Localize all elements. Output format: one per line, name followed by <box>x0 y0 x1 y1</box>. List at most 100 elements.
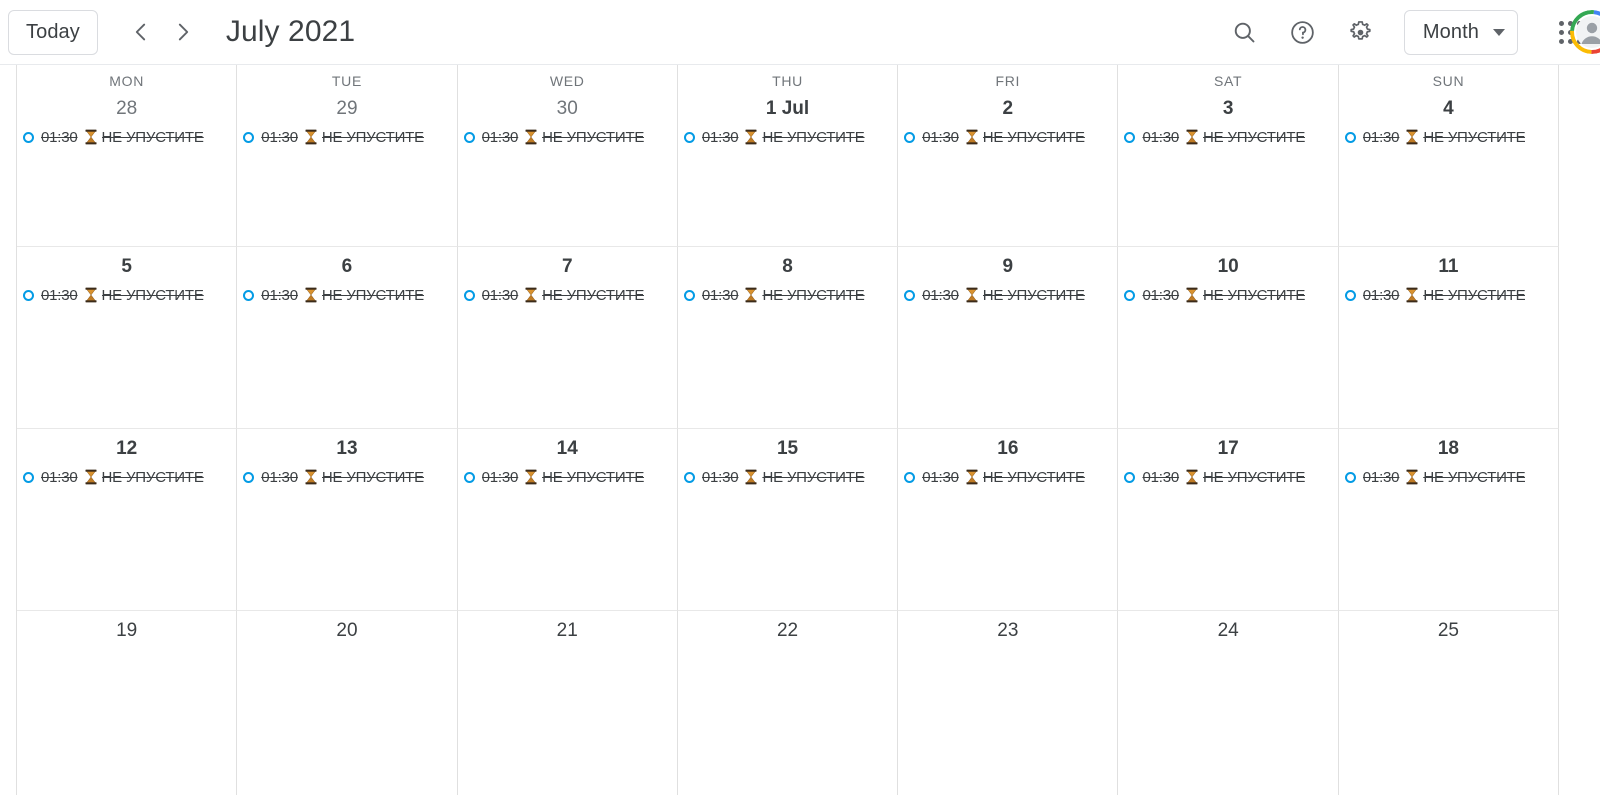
day-number[interactable]: 9 <box>898 247 1117 283</box>
event-chip[interactable]: 01:30 НЕ УПУСТИТЕ <box>680 125 895 149</box>
day-number[interactable]: 7 <box>458 247 677 283</box>
day-cell[interactable]: 19 <box>17 611 238 795</box>
day-number[interactable]: 19 <box>17 611 236 647</box>
event-chip[interactable]: 01:30 НЕ УПУСТИТЕ <box>239 465 454 489</box>
day-number[interactable]: 14 <box>458 429 677 465</box>
day-number[interactable]: 25 <box>1339 611 1558 647</box>
event-chip[interactable]: 01:30 НЕ УПУСТИТЕ <box>460 465 675 489</box>
day-number[interactable]: 12 <box>17 429 236 465</box>
day-cell[interactable]: 10 01:30 НЕ УПУСТИТЕ <box>1118 247 1339 429</box>
day-cell[interactable]: 14 01:30 НЕ УПУСТИТЕ <box>457 429 678 611</box>
event-chip[interactable]: 01:30 НЕ УПУСТИТЕ <box>1341 125 1556 149</box>
day-number[interactable]: 3 <box>1118 89 1337 125</box>
event-chip[interactable]: 01:30 НЕ УПУСТИТЕ <box>460 125 675 149</box>
day-number[interactable]: 29 <box>237 89 456 125</box>
day-number[interactable]: 22 <box>678 611 897 647</box>
day-cell[interactable]: 9 01:30 НЕ УПУСТИТЕ <box>898 247 1119 429</box>
event-title: НЕ УПУСТИТЕ <box>982 468 1085 486</box>
day-number[interactable]: 2 <box>898 89 1117 125</box>
event-chip[interactable]: 01:30 НЕ УПУСТИТЕ <box>900 283 1115 307</box>
day-cell[interactable]: 12 01:30 НЕ УПУСТИТЕ <box>17 429 238 611</box>
settings-button[interactable] <box>1337 8 1385 56</box>
help-button[interactable] <box>1279 8 1327 56</box>
today-button[interactable]: Today <box>8 9 98 55</box>
day-cell[interactable]: FRI 2 01:30 НЕ УПУСТИТЕ <box>898 65 1119 247</box>
event-time: 01:30 <box>1142 468 1180 486</box>
event-chip-content: 01:30 НЕ УПУСТИТЕ <box>261 469 424 486</box>
event-chip[interactable]: 01:30 НЕ УПУСТИТЕ <box>19 125 234 149</box>
day-cell[interactable]: 25 <box>1338 611 1560 795</box>
chevron-down-icon <box>1493 28 1505 36</box>
event-chip[interactable]: 01:30 НЕ УПУСТИТЕ <box>460 283 675 307</box>
day-cell[interactable]: 5 01:30 НЕ УПУСТИТЕ <box>17 247 238 429</box>
event-title: НЕ УПУСТИТЕ <box>321 468 424 486</box>
hourglass-emoji-icon <box>1185 469 1199 485</box>
day-cell[interactable]: 17 01:30 НЕ УПУСТИТЕ <box>1118 429 1339 611</box>
day-number[interactable]: 1 Jul <box>678 89 897 125</box>
day-number[interactable]: 21 <box>458 611 677 647</box>
day-number[interactable]: 30 <box>458 89 677 125</box>
day-cell[interactable]: 24 <box>1118 611 1339 795</box>
day-cell[interactable]: 23 <box>898 611 1119 795</box>
event-chip[interactable]: 01:30 НЕ УПУСТИТЕ <box>239 125 454 149</box>
day-cell[interactable]: 18 01:30 НЕ УПУСТИТЕ <box>1338 429 1560 611</box>
event-chip[interactable]: 01:30 НЕ УПУСТИТЕ <box>19 465 234 489</box>
day-cell[interactable]: WED 30 01:30 НЕ УПУСТИТЕ <box>457 65 678 247</box>
event-status-circle-icon <box>683 471 695 483</box>
event-title: НЕ УПУСТИТЕ <box>1423 468 1526 486</box>
day-number[interactable]: 16 <box>898 429 1117 465</box>
day-cell[interactable]: 8 01:30 НЕ УПУСТИТЕ <box>677 247 899 429</box>
day-number[interactable]: 15 <box>678 429 897 465</box>
day-cell[interactable]: 16 01:30 НЕ УПУСТИТЕ <box>898 429 1119 611</box>
day-cell[interactable]: 7 01:30 НЕ УПУСТИТЕ <box>457 247 678 429</box>
day-cell[interactable]: 15 01:30 НЕ УПУСТИТЕ <box>677 429 899 611</box>
day-cell[interactable]: SUN 4 01:30 НЕ УПУСТИТЕ <box>1338 65 1560 247</box>
event-chip[interactable]: 01:30 НЕ УПУСТИТЕ <box>680 283 895 307</box>
search-button[interactable] <box>1221 8 1269 56</box>
chevron-left-icon <box>129 20 153 44</box>
hourglass-emoji-icon <box>304 129 318 145</box>
event-chip[interactable]: 01:30 НЕ УПУСТИТЕ <box>900 465 1115 489</box>
previous-period-button[interactable] <box>120 11 162 53</box>
day-number[interactable]: 20 <box>237 611 456 647</box>
day-number[interactable]: 4 <box>1339 89 1558 125</box>
day-number[interactable]: 28 <box>17 89 236 125</box>
day-number[interactable]: 18 <box>1339 429 1558 465</box>
day-cell[interactable]: THU 1 Jul 01:30 НЕ УПУСТИТЕ <box>677 65 899 247</box>
day-number[interactable]: 6 <box>237 247 456 283</box>
event-time: 01:30 <box>1362 468 1400 486</box>
event-chip[interactable]: 01:30 НЕ УПУСТИТЕ <box>1120 465 1335 489</box>
event-chip[interactable]: 01:30 НЕ УПУСТИТЕ <box>239 283 454 307</box>
day-number[interactable]: 13 <box>237 429 456 465</box>
day-number[interactable]: 8 <box>678 247 897 283</box>
day-cell[interactable]: 13 01:30 НЕ УПУСТИТЕ <box>237 429 458 611</box>
day-cell[interactable]: MON 28 01:30 НЕ УПУСТИТЕ <box>17 65 238 247</box>
view-mode-dropdown[interactable]: Month <box>1403 9 1518 55</box>
next-period-button[interactable] <box>162 11 204 53</box>
event-chip[interactable]: 01:30 НЕ УПУСТИТЕ <box>1120 283 1335 307</box>
day-cell[interactable]: 21 <box>457 611 678 795</box>
event-chip[interactable]: 01:30 НЕ УПУСТИТЕ <box>19 283 234 307</box>
day-number[interactable]: 23 <box>898 611 1117 647</box>
event-status-circle-icon <box>904 131 916 143</box>
event-time: 01:30 <box>922 128 959 146</box>
day-cell[interactable]: 20 <box>237 611 458 795</box>
day-cell[interactable]: 11 01:30 НЕ УПУСТИТЕ <box>1338 247 1560 429</box>
event-chip[interactable]: 01:30 НЕ УПУСТИТЕ <box>1341 465 1556 489</box>
day-number[interactable]: 11 <box>1339 247 1558 283</box>
event-chip[interactable]: 01:30 НЕ УПУСТИТЕ <box>1341 283 1556 307</box>
day-number[interactable]: 17 <box>1118 429 1337 465</box>
event-chip-content: 01:30 НЕ УПУСТИТЕ <box>702 287 865 304</box>
event-title: НЕ УПУСТИТЕ <box>1203 286 1306 304</box>
day-cell[interactable]: 6 01:30 НЕ УПУСТИТЕ <box>237 247 458 429</box>
day-cell[interactable]: 22 <box>677 611 899 795</box>
day-number[interactable]: 5 <box>17 247 236 283</box>
day-number[interactable]: 24 <box>1118 611 1337 647</box>
event-chip[interactable]: 01:30 НЕ УПУСТИТЕ <box>1120 125 1335 149</box>
event-chip[interactable]: 01:30 НЕ УПУСТИТЕ <box>900 125 1115 149</box>
event-status-circle-icon <box>1344 131 1356 143</box>
day-number[interactable]: 10 <box>1118 247 1337 283</box>
event-chip[interactable]: 01:30 НЕ УПУСТИТЕ <box>680 465 895 489</box>
day-cell[interactable]: TUE 29 01:30 НЕ УПУСТИТЕ <box>237 65 458 247</box>
day-cell[interactable]: SAT 3 01:30 НЕ УПУСТИТЕ <box>1118 65 1339 247</box>
